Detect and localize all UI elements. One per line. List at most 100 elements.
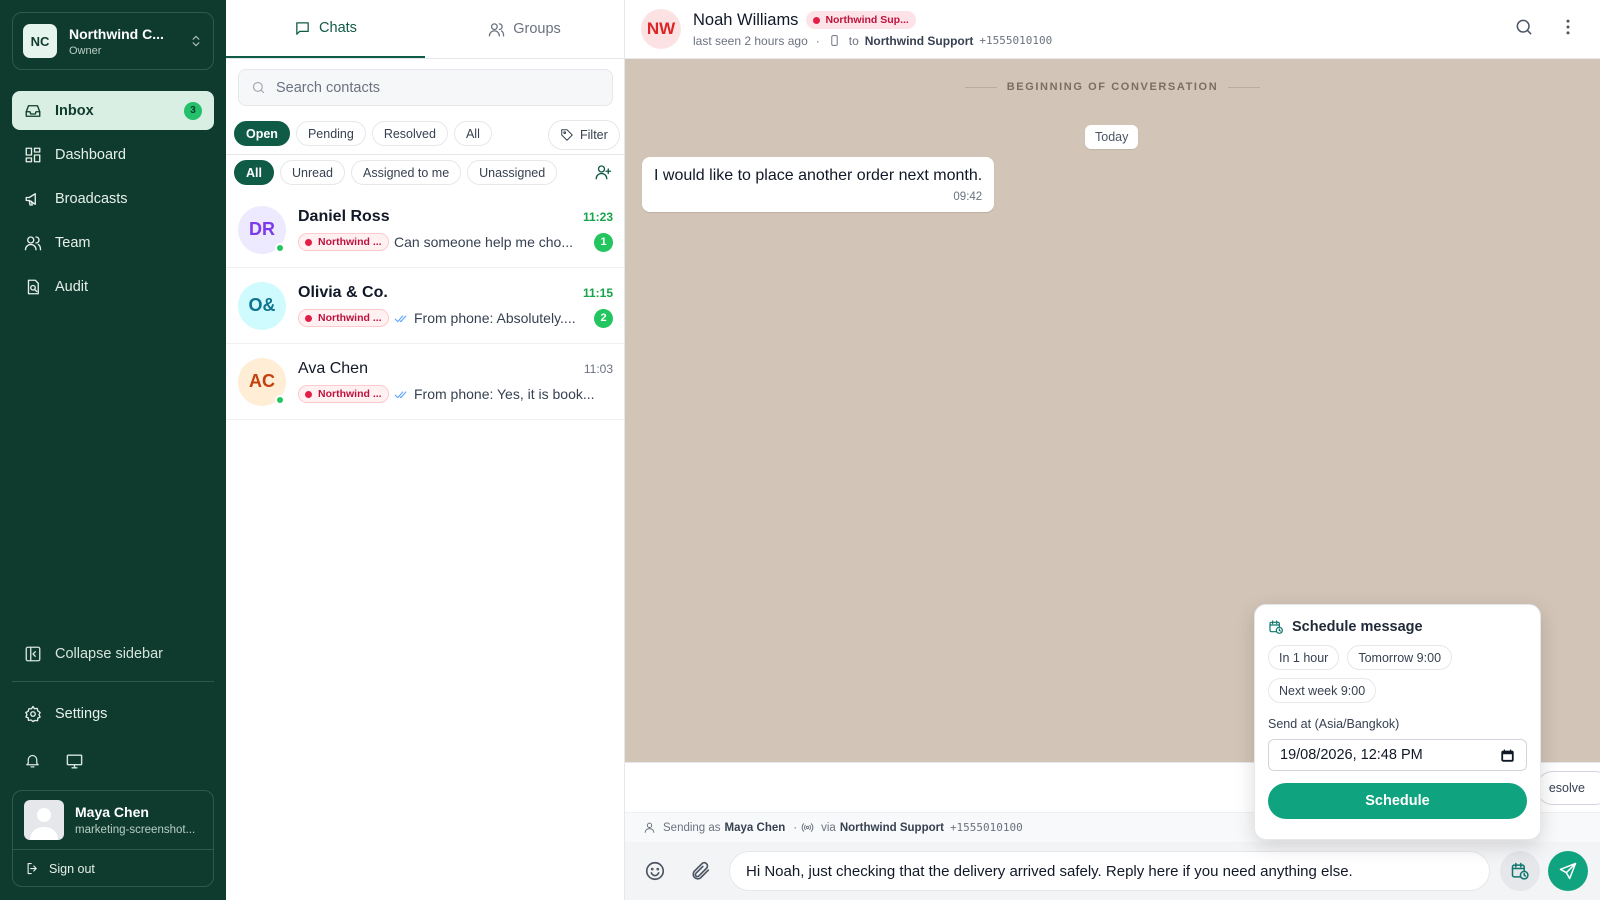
avatar-initials: O& (248, 295, 276, 315)
chip-assigned-to-me[interactable]: Assigned to me (350, 160, 462, 185)
search-input[interactable] (276, 79, 600, 96)
divider (226, 154, 625, 155)
chat-bubble-icon (294, 20, 319, 37)
filter-label: Filter (580, 128, 608, 142)
message-text: I would like to place another order next… (654, 167, 983, 184)
assignment-filter-chips: All Unread Assigned to me Unassigned (234, 160, 558, 185)
chip-unassigned[interactable]: Unassigned (467, 160, 558, 185)
datetime-input[interactable]: 19/08/2026, 12:48 PM (1268, 739, 1527, 771)
last-seen: last seen 2 hours ago (693, 33, 808, 48)
user-card: Maya Chen marketing-screenshot... Sign o… (12, 790, 214, 887)
search-contacts (238, 69, 613, 106)
online-indicator (275, 394, 285, 405)
send-button[interactable] (1548, 851, 1588, 891)
emoji-button[interactable] (637, 853, 673, 889)
to-label: to (848, 33, 859, 48)
preset-next-week[interactable]: Next week 9:00 (1268, 678, 1377, 703)
beginning-of-conversation: BEGINNING OF CONVERSATION (625, 81, 1600, 93)
users-icon (488, 21, 513, 38)
more-options-icon[interactable] (1558, 17, 1578, 37)
chip-open[interactable]: Open (234, 121, 290, 146)
workspace-switcher[interactable]: NC Northwind C... Owner (12, 12, 214, 70)
chip-pending[interactable]: Pending (295, 121, 366, 146)
search-icon[interactable] (1514, 17, 1534, 37)
main-nav: Inbox 3 Dashboard Broadcasts Team Audit (12, 91, 214, 311)
via-label: via (821, 821, 836, 834)
chip-unread[interactable]: Unread (279, 160, 345, 185)
channel-tag-label: Northwind ... (318, 388, 382, 400)
dashboard-icon (24, 146, 55, 164)
channel-tag: Northwind ... (298, 233, 389, 251)
contact-name: Olivia & Co. (298, 283, 388, 301)
nav-item-audit[interactable]: Audit (12, 267, 214, 306)
chip-resolved[interactable]: Resolved (371, 121, 448, 146)
calendar-icon[interactable] (1500, 748, 1515, 763)
sign-out-label: Sign out (49, 861, 95, 876)
chip-all-status[interactable]: All (453, 121, 492, 146)
tab-chats[interactable]: Chats (226, 0, 425, 58)
conversation-time: 11:15 (582, 285, 613, 300)
sign-out-button[interactable]: Sign out (13, 849, 213, 887)
double-check-icon (394, 311, 409, 326)
sending-user: Maya Chen (724, 821, 786, 834)
send-at-label: Send at (Asia/Bangkok) (1268, 717, 1400, 731)
collapse-sidebar-label: Collapse sidebar (55, 646, 164, 662)
channel-phone: +1555010100 (979, 34, 1053, 47)
inbox-count-badge: 3 (184, 101, 202, 120)
sending-phone: +1555010100 (949, 821, 1023, 834)
nav-item-label: Inbox (55, 102, 94, 119)
user-plus-icon[interactable] (594, 163, 612, 181)
conversation-row[interactable]: AC Ava Chen 11:03 Northwind ... From phone: … (226, 344, 625, 420)
channel-tag-label: Northwind ... (318, 312, 382, 324)
contact-name[interactable]: Noah Williams (693, 11, 798, 30)
contact-name: Ava Chen (298, 360, 368, 377)
channel-tag: Northwind ... (298, 385, 389, 403)
schedule-toggle-button[interactable] (1500, 851, 1540, 891)
sending-prefix: Sending as (663, 821, 721, 834)
status-filter-chips: Open Pending Resolved All (234, 121, 492, 146)
double-check-icon (394, 387, 409, 402)
attach-button[interactable] (683, 853, 719, 889)
collapse-sidebar-button[interactable]: Collapse sidebar (12, 634, 214, 674)
unread-badge: 2 (594, 308, 613, 328)
tag-icon (560, 128, 580, 142)
bell-icon[interactable] (24, 752, 41, 771)
filter-button[interactable]: Filter (548, 120, 620, 150)
conversation-list-panel: Chats Groups Open Pending Resolved All F… (226, 0, 625, 900)
message-preview: Can someone help me cho... (394, 234, 573, 250)
sign-out-icon (25, 861, 49, 876)
inbox-icon (24, 102, 55, 120)
chip-all[interactable]: All (234, 160, 274, 185)
nav-item-dashboard[interactable]: Dashboard (12, 135, 214, 174)
avatar (24, 800, 64, 840)
settings-button[interactable]: Settings (12, 694, 214, 734)
beginning-label: BEGINNING OF CONVERSATION (1006, 81, 1219, 93)
conversation-row[interactable]: O& Olivia & Co. 11:15 Northwind ... From pho… (226, 268, 625, 344)
schedule-title: Schedule message (1292, 619, 1423, 635)
tab-groups[interactable]: Groups (425, 0, 624, 58)
monitor-icon[interactable] (65, 752, 84, 771)
schedule-submit-button[interactable]: Schedule (1268, 783, 1527, 819)
schedule-presets: In 1 hour Tomorrow 9:00 Next week 9:00 (1268, 645, 1527, 703)
gear-icon (24, 705, 55, 723)
resolve-button[interactable]: esolve (1535, 771, 1600, 805)
incoming-message: I would like to place another order next… (642, 157, 995, 212)
phone-icon (828, 34, 841, 47)
avatar-initials: AC (249, 371, 275, 391)
workspace-role: Owner (69, 44, 102, 57)
datetime-value: 19/08/2026, 12:48 PM (1280, 747, 1423, 763)
conversation-row[interactable]: DR Daniel Ross 11:23 Northwind ... Can someo… (226, 192, 625, 268)
preset-tomorrow[interactable]: Tomorrow 9:00 (1347, 645, 1453, 670)
message-input[interactable]: Hi Noah, just checking that the delivery… (729, 851, 1490, 891)
sidebar-collapse-icon (24, 645, 55, 663)
calendar-clock-icon (1268, 619, 1292, 635)
tab-label: Groups (513, 21, 561, 37)
nav-item-team[interactable]: Team (12, 223, 214, 262)
user-icon (643, 821, 663, 834)
chevron-up-down-icon (189, 34, 203, 48)
contact-avatar[interactable]: NW (641, 9, 681, 49)
avatar: O& (238, 281, 286, 330)
nav-item-broadcasts[interactable]: Broadcasts (12, 179, 214, 218)
preset-in-1-hour[interactable]: In 1 hour (1268, 645, 1340, 670)
nav-item-inbox[interactable]: Inbox 3 (12, 91, 214, 130)
